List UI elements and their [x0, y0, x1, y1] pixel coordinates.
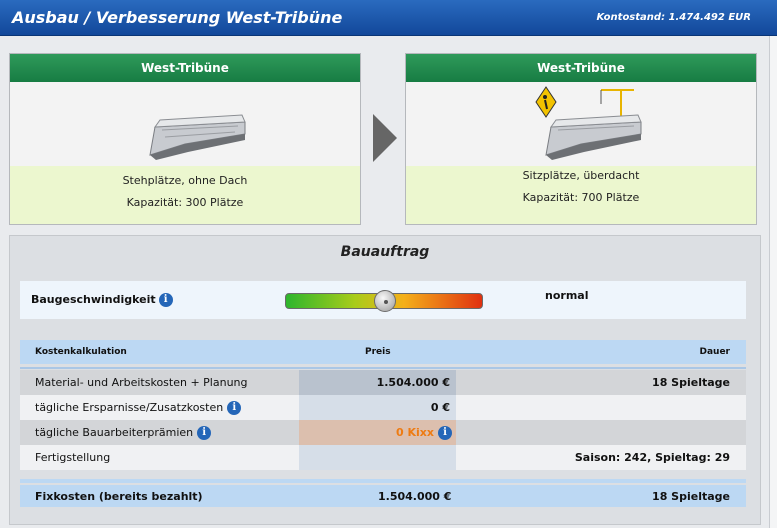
target-stand-card: West-Tribüne Sitzplätze, überdacht Kapaz… [405, 53, 757, 225]
cost-table-header: Kostenkalkulation Preis Dauer [20, 340, 746, 364]
cost-table-body: Material- und Arbeitskosten + Planung 1.… [20, 370, 746, 470]
page-title: Ausbau / Verbesserung West-Tribüne [12, 8, 343, 27]
header-cost-calculation: Kostenkalkulation [35, 347, 127, 357]
header-duration: Dauer [699, 347, 731, 357]
construction-order-title: Bauauftrag [340, 244, 430, 260]
current-stand-title: West-Tribüne [10, 54, 360, 82]
fixed-costs-duration: 18 Spieltage [652, 490, 730, 503]
target-stand-image [406, 82, 756, 165]
info-icon[interactable]: i [438, 426, 452, 440]
current-stand-info: Stehplätze, ohne Dach Kapazität: 300 Plä… [10, 166, 360, 224]
current-stand-image [10, 82, 360, 165]
construction-order-panel: Bauauftrag Baugeschwindigkeit i normal Ko… [9, 235, 761, 525]
table-row: tägliche Bauarbeiterprämien i 0 Kixx i [20, 420, 746, 445]
build-speed-label-text: Baugeschwindigkeit [31, 293, 156, 306]
row-label: Material- und Arbeitskosten + Planung [35, 376, 248, 389]
target-stand-type: Sitzplätze, überdacht [522, 169, 640, 182]
slider-handle[interactable] [374, 290, 396, 312]
table-row: tägliche Ersparnisse/Zusatzkosten i 0 € [20, 395, 746, 420]
build-speed-label: Baugeschwindigkeit i [31, 293, 173, 307]
divider [20, 367, 746, 369]
fixed-costs-label: Fixkosten (bereits bezahlt) [35, 490, 203, 503]
row-duration: Saison: 242, Spieltag: 29 [574, 451, 730, 464]
title-bar: Ausbau / Verbesserung West-Tribüne Konto… [0, 0, 777, 36]
row-price: 1.504.000 € [299, 370, 456, 395]
table-row: Fertigstellung Saison: 242, Spieltag: 29 [20, 445, 746, 470]
row-price: 0 Kixx i [299, 420, 456, 445]
fixed-costs-price: 1.504.000 € [378, 490, 452, 503]
account-balance: Kontostand: 1.474.492 EUR [596, 12, 751, 23]
row-label: Fertigstellung [35, 451, 111, 464]
row-label: tägliche Ersparnisse/Zusatzkosten i [35, 401, 242, 415]
row-price [299, 445, 456, 470]
build-speed-value: normal [545, 289, 589, 302]
divider [20, 479, 746, 483]
row-label-text: tägliche Ersparnisse/Zusatzkosten [35, 401, 224, 414]
info-icon[interactable]: i [227, 401, 242, 415]
arrow-right-icon [373, 114, 397, 162]
row-price: 0 € [299, 395, 456, 420]
target-stand-capacity: Kapazität: 700 Plätze [522, 191, 640, 204]
current-stand-capacity: Kapazität: 300 Plätze [126, 196, 244, 209]
target-stand-title: West-Tribüne [406, 54, 756, 82]
header-price: Preis [365, 347, 391, 357]
build-speed-slider[interactable] [285, 290, 483, 312]
fixed-costs-row: Fixkosten (bereits bezahlt) 1.504.000 € … [20, 485, 746, 507]
row-duration: 18 Spieltage [652, 376, 730, 389]
scrollbar[interactable] [769, 36, 777, 528]
info-icon[interactable]: i [158, 293, 173, 307]
row-price-text: 0 Kixx [396, 426, 434, 439]
row-label: tägliche Bauarbeiterprämien i [35, 426, 212, 440]
current-stand-card: West-Tribüne Stehplätze, ohne Dach Kapaz… [9, 53, 361, 225]
build-speed-row: Baugeschwindigkeit i normal [20, 281, 746, 319]
target-stand-info: Sitzplätze, überdacht Kapazität: 700 Plä… [406, 166, 756, 224]
table-row: Material- und Arbeitskosten + Planung 1.… [20, 370, 746, 395]
row-label-text: tägliche Bauarbeiterprämien [35, 426, 194, 439]
info-icon[interactable]: i [197, 426, 212, 440]
current-stand-type: Stehplätze, ohne Dach [122, 174, 248, 187]
